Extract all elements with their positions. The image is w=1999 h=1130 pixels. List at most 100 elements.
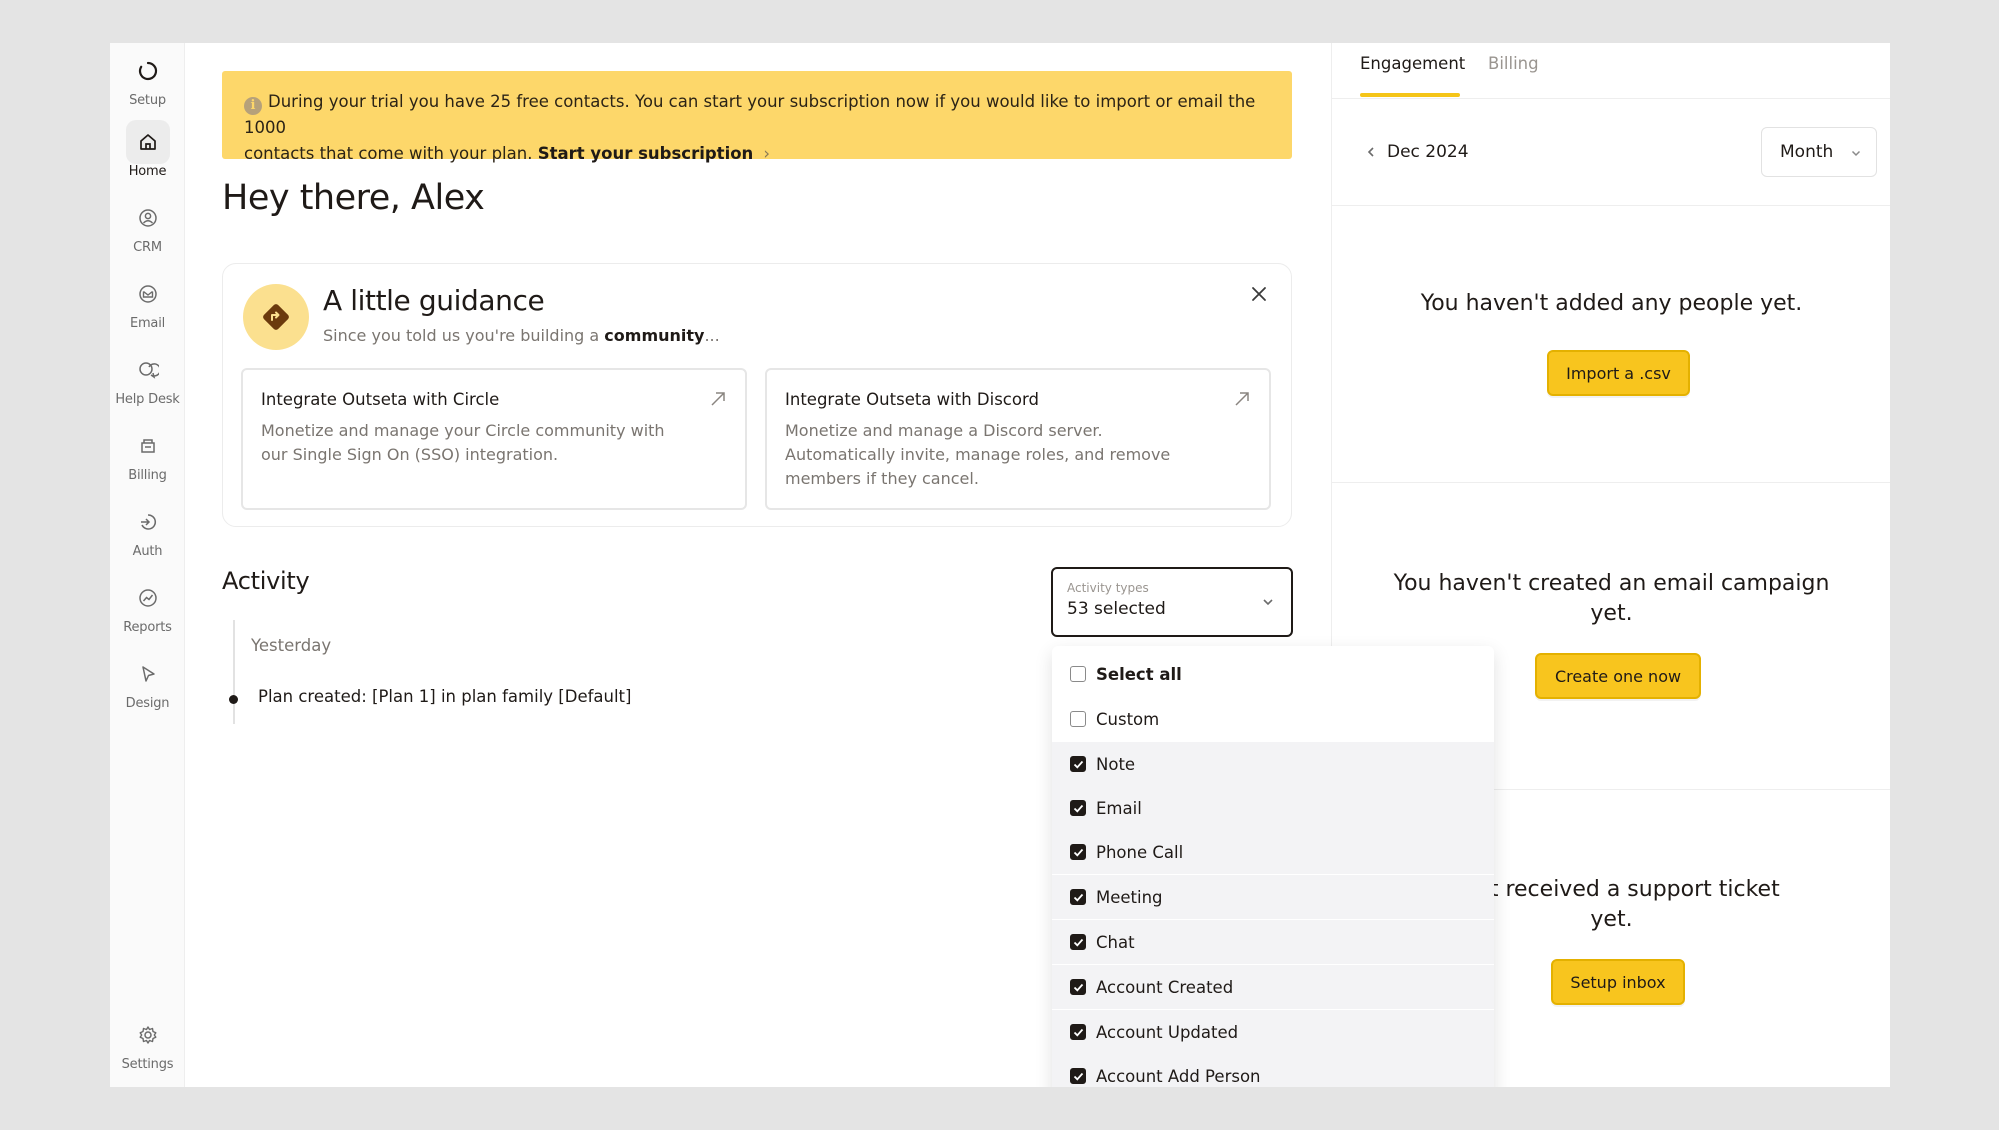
option-email[interactable]: Email [1052, 786, 1494, 830]
checkbox-checked[interactable] [1070, 889, 1086, 905]
option-account-updated[interactable]: Account Updated [1052, 1010, 1494, 1054]
guidance-subtitle: Since you told us you're building a comm… [323, 326, 720, 345]
checkbox-checked[interactable] [1070, 979, 1086, 995]
help-desk-icon [126, 348, 170, 392]
option-account-created[interactable]: Account Created [1052, 965, 1494, 1009]
info-icon: i [244, 97, 262, 115]
checkbox-checked[interactable] [1070, 1024, 1086, 1040]
trial-banner: i During your trial you have 25 free cont… [222, 71, 1292, 163]
main-content: i During your trial you have 25 free cont… [185, 43, 1494, 1087]
sidebar-item-reports[interactable]: Reports [110, 576, 185, 648]
option-account-add-person[interactable]: Account Add Person [1052, 1054, 1494, 1087]
empty-message-line2: yet. [1590, 907, 1633, 932]
integration-card-discord[interactable]: Integrate Outseta with Discord Monetize … [765, 368, 1271, 510]
banner-text: During your trial you have 25 free conta… [244, 92, 1256, 137]
select-label: Activity types [1067, 581, 1149, 595]
option-label: Account Created [1096, 977, 1234, 997]
close-icon [1252, 287, 1266, 301]
empty-message: You haven't created an email campaign ye… [1332, 569, 1890, 629]
email-icon [126, 272, 170, 316]
empty-message-line2: yet. [1590, 601, 1633, 626]
checkbox[interactable] [1070, 711, 1086, 727]
setup-ring-icon [126, 49, 170, 93]
page-title: Hey there, Alex [222, 178, 485, 218]
option-note[interactable]: Note [1052, 742, 1494, 786]
card-description: Monetize and manage a Discord server. Au… [785, 421, 1171, 488]
sidebar-item-billing[interactable]: Billing [110, 424, 185, 496]
guidance-card: A little guidance Since you told us you'… [222, 263, 1292, 527]
option-meeting[interactable]: Meeting [1052, 875, 1494, 919]
chevron-left-icon[interactable] [1364, 145, 1378, 159]
import-csv-button[interactable]: Import a .csv [1547, 350, 1690, 396]
option-label: Account Updated [1096, 1022, 1239, 1042]
start-subscription-link[interactable]: Start your subscription [538, 144, 754, 163]
option-label: Custom [1096, 709, 1160, 729]
option-label: Select all [1096, 664, 1182, 684]
checkbox-checked[interactable] [1070, 844, 1086, 860]
design-cursor-icon [126, 652, 170, 696]
option-label: Email [1096, 798, 1142, 818]
external-arrow-icon [711, 392, 725, 406]
option-select-all[interactable]: Select all [1052, 652, 1494, 696]
tab-engagement[interactable]: Engagement [1360, 54, 1465, 73]
sidebar-item-auth[interactable]: Auth [110, 500, 185, 572]
banner-text-line2: contacts that come with your plan. [244, 144, 533, 163]
option-label: Meeting [1096, 887, 1163, 907]
billing-icon [126, 424, 170, 468]
reports-icon [126, 576, 170, 620]
checkbox[interactable] [1070, 666, 1086, 682]
activity-title: Activity [222, 567, 310, 595]
guidance-title: A little guidance [323, 284, 545, 317]
active-tab-indicator [1360, 93, 1460, 97]
timeline-line [233, 620, 235, 724]
sidebar-item-label: Help Desk [115, 392, 180, 407]
setup-inbox-button[interactable]: Setup inbox [1551, 959, 1685, 1005]
chevron-right-icon: › [763, 144, 770, 163]
sidebar-item-crm[interactable]: CRM [110, 196, 185, 268]
empty-message-line1: You haven't created an email campaign [1393, 571, 1830, 596]
checkbox-checked[interactable] [1070, 934, 1086, 950]
checkbox-checked[interactable] [1070, 1068, 1086, 1084]
empty-message: You haven't added any people yet. [1420, 291, 1803, 316]
sidebar-item-label: Setup [129, 93, 166, 108]
month-navigator: Dec 2024 Month [1332, 100, 1890, 206]
sidebar-item-home[interactable]: Home [110, 120, 185, 192]
integration-card-circle[interactable]: Integrate Outseta with Circle Monetize a… [241, 368, 747, 510]
sidebar: Setup Home CRM Email Help Desk Billing A… [110, 43, 185, 1087]
sidebar-item-help-desk[interactable]: Help Desk [110, 348, 185, 420]
option-phone-call[interactable]: Phone Call [1052, 830, 1494, 874]
activity-types-select[interactable]: Activity types 53 selected [1051, 567, 1293, 637]
sidebar-item-label: CRM [133, 240, 162, 255]
period-value: Month [1780, 142, 1834, 162]
tab-billing[interactable]: Billing [1488, 54, 1539, 73]
card-description: Monetize and manage your Circle communit… [261, 421, 665, 464]
app-window: Setup Home CRM Email Help Desk Billing A… [110, 43, 1890, 1087]
checkbox-checked[interactable] [1070, 800, 1086, 816]
sidebar-item-label: Home [128, 164, 167, 179]
option-chat[interactable]: Chat [1052, 920, 1494, 964]
sidebar-item-label: Email [129, 316, 166, 331]
sidebar-item-email[interactable]: Email [110, 272, 185, 344]
period-select[interactable]: Month [1761, 127, 1877, 177]
sidebar-item-settings[interactable]: Settings [110, 1013, 185, 1085]
select-value: 53 selected [1067, 599, 1166, 619]
sidebar-item-label: Billing [128, 468, 167, 483]
home-icon [125, 120, 170, 164]
sidebar-item-label: Auth [132, 544, 163, 559]
direction-sign-icon [243, 284, 309, 350]
option-label: Note [1096, 754, 1136, 774]
sidebar-item-label: Design [125, 696, 170, 711]
checkbox-checked[interactable] [1070, 756, 1086, 772]
current-month: Dec 2024 [1387, 142, 1469, 162]
crm-person-icon [126, 196, 170, 240]
sidebar-item-setup[interactable]: Setup [110, 49, 185, 121]
close-button[interactable] [1245, 280, 1273, 308]
option-custom[interactable]: Custom [1052, 697, 1494, 741]
timeline-item: Plan created: [Plan 1] in plan family [D… [258, 687, 632, 706]
sidebar-item-design[interactable]: Design [110, 652, 185, 724]
create-one-now-button[interactable]: Create one now [1535, 653, 1701, 699]
guidance-subtitle-suffix: ... [704, 326, 720, 345]
chevron-down-icon [1263, 599, 1273, 606]
card-title: Integrate Outseta with Discord [785, 390, 1039, 409]
panel-tabs: Engagement Billing [1332, 43, 1890, 99]
